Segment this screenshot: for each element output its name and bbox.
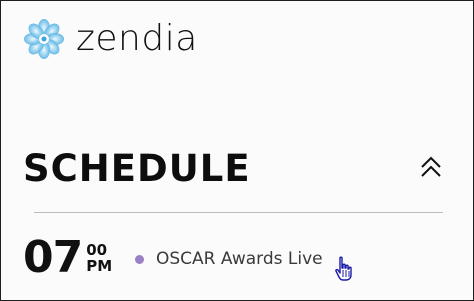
double-chevron-up-icon <box>421 156 441 177</box>
hand-pointer-cursor-icon <box>335 256 352 281</box>
time-ampm: PM <box>86 257 113 275</box>
collapse-button[interactable] <box>415 151 447 183</box>
event-status-dot <box>135 254 144 264</box>
section-title: SCHEDULE <box>23 147 251 190</box>
brand-logo[interactable]: zendia <box>24 19 198 59</box>
time-minutes: 00 <box>86 241 108 259</box>
time-details: 00 PM <box>86 242 112 274</box>
section-divider <box>34 212 443 213</box>
schedule-event[interactable]: OSCAR Awards Live <box>135 247 323 271</box>
app-frame: zendia SCHEDULE 07 00 PM OSCAR Awards Li… <box>0 0 474 301</box>
event-title[interactable]: OSCAR Awards Live <box>156 247 323 271</box>
schedule-time: 07 00 PM <box>23 233 112 283</box>
time-hour: 07 <box>23 232 83 283</box>
flower-icon <box>24 19 64 59</box>
brand-name: zendia <box>76 18 198 59</box>
